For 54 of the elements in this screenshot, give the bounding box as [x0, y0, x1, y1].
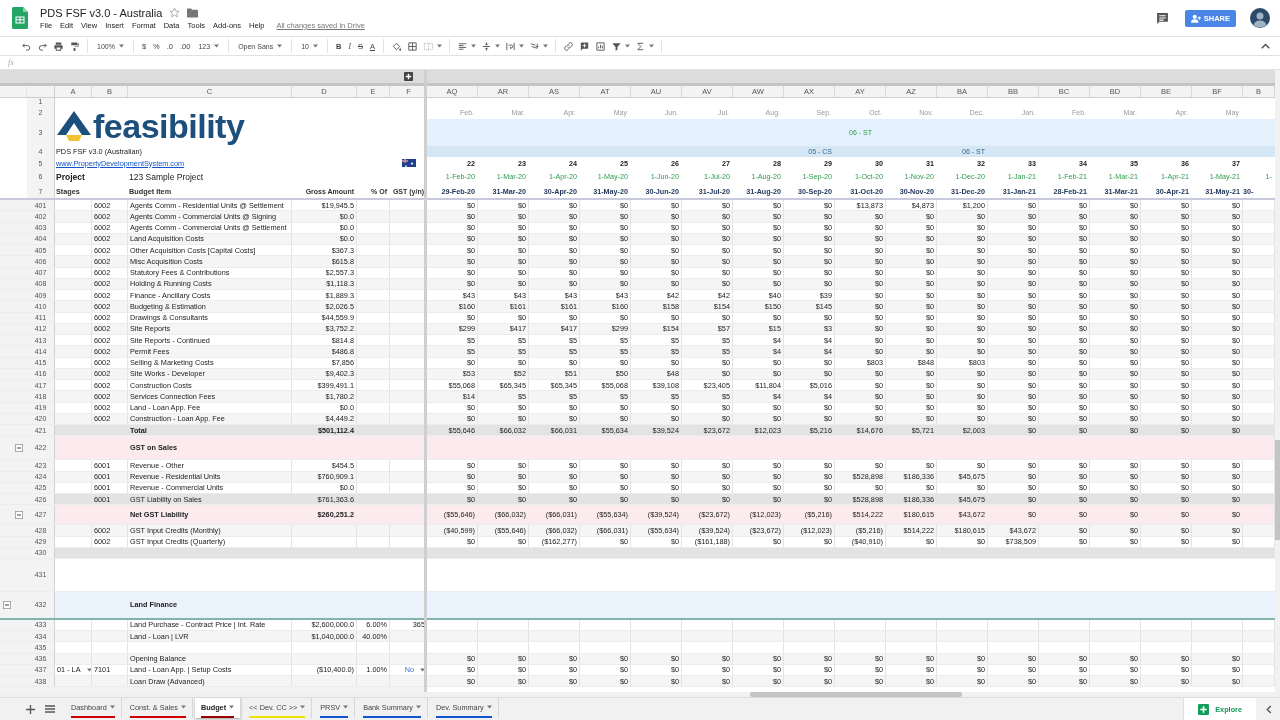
logo-text: feasibility — [93, 108, 245, 143]
caret-icon[interactable] — [180, 705, 186, 709]
text-rotate-icon[interactable] — [528, 40, 540, 52]
sheets-logo-icon[interactable] — [12, 7, 28, 29]
chevron-left-icon[interactable] — [1266, 704, 1272, 714]
caret-icon[interactable] — [486, 705, 492, 709]
text-wrap-icon[interactable] — [504, 40, 516, 52]
collapse-icon[interactable] — [1261, 43, 1270, 49]
avatar-icon[interactable] — [1250, 8, 1270, 28]
paint-bucket-icon[interactable] — [390, 40, 402, 52]
caret-icon[interactable] — [229, 705, 235, 709]
formula-label: fx — [8, 58, 14, 67]
caret-icon[interactable] — [312, 44, 318, 48]
person-icon — [1190, 13, 1201, 23]
plus-icon[interactable] — [26, 704, 35, 714]
borders-icon[interactable] — [406, 40, 418, 52]
chart-icon[interactable] — [594, 40, 606, 52]
align-left-icon[interactable] — [456, 40, 468, 52]
scrollbar-thumb[interactable] — [1275, 440, 1280, 540]
caret-icon[interactable] — [109, 705, 115, 709]
caret-icon[interactable] — [118, 44, 124, 48]
caret-icon[interactable] — [300, 705, 306, 709]
caret-icon[interactable] — [470, 44, 476, 48]
link-icon[interactable] — [562, 40, 574, 52]
logo-icon — [57, 110, 91, 141]
caret-icon[interactable] — [436, 44, 442, 48]
vertical-align-icon[interactable] — [480, 40, 492, 52]
comment-icon[interactable] — [1155, 11, 1169, 25]
caret-icon[interactable] — [648, 44, 654, 48]
folder-icon[interactable] — [187, 7, 199, 18]
document-title[interactable]: PDS FSF v3.0 - Australia — [40, 6, 163, 19]
caret-icon[interactable] — [624, 44, 630, 48]
caret-icon[interactable] — [494, 44, 500, 48]
project-name: 123 Sample Project — [128, 170, 205, 184]
caret-icon[interactable] — [343, 705, 349, 709]
add-comment-icon[interactable] — [578, 40, 590, 52]
caret-icon[interactable] — [420, 667, 424, 672]
project-label: Project — [55, 170, 86, 184]
flag-icon — [401, 157, 416, 169]
caret-icon[interactable] — [86, 667, 91, 672]
sigma-icon[interactable] — [634, 40, 646, 52]
explore-icon — [1198, 703, 1210, 715]
caret-icon[interactable] — [277, 44, 283, 48]
caret-icon[interactable] — [214, 44, 220, 48]
star-icon[interactable] — [169, 7, 181, 18]
caret-icon[interactable] — [518, 44, 524, 48]
paint-roller-icon[interactable] — [69, 40, 80, 52]
scrollbar-thumb[interactable] — [750, 692, 962, 697]
menu-icon[interactable] — [45, 705, 55, 713]
print-icon[interactable] — [53, 40, 64, 52]
filter-icon[interactable] — [610, 40, 622, 52]
merge-cells-icon[interactable] — [422, 40, 434, 52]
caret-icon[interactable] — [416, 705, 421, 709]
caret-icon[interactable] — [542, 44, 548, 48]
